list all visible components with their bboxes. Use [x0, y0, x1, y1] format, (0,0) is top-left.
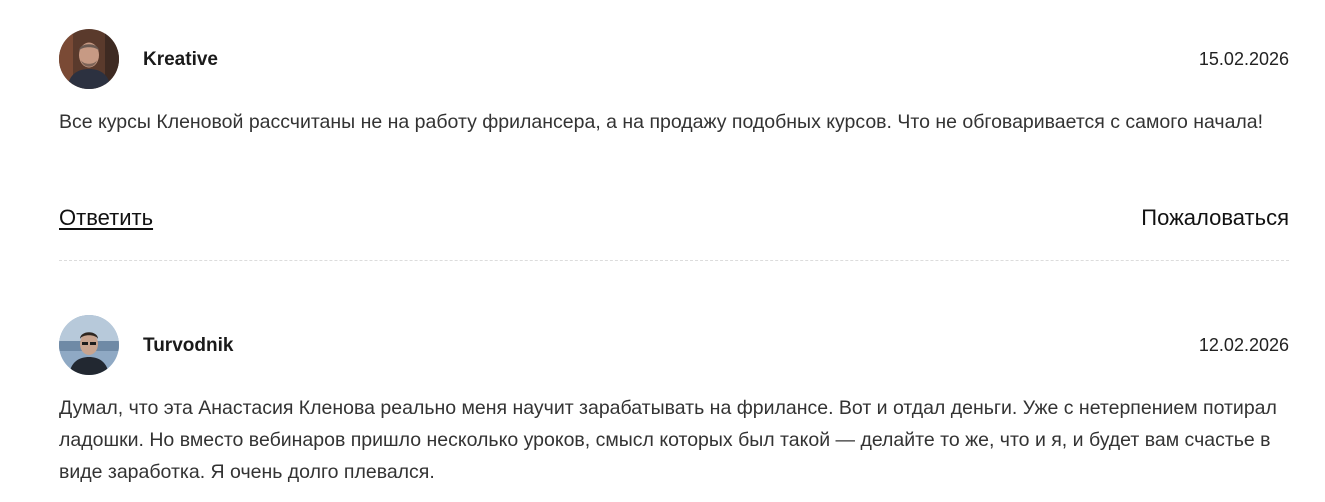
- comment-divider: [59, 260, 1289, 261]
- comments-list: Kreative 15.02.2026 Все курсы Кленовой р…: [0, 0, 1325, 502]
- comment-item: Kreative 15.02.2026 Все курсы Кленовой р…: [59, 29, 1289, 261]
- comment-date: 12.02.2026: [1198, 335, 1289, 355]
- author-name: Kreative: [143, 49, 218, 70]
- comment-text: Думал, что эта Анастасия Кленова реально…: [59, 397, 1277, 483]
- comment-date: 15.02.2026: [1198, 49, 1289, 69]
- user-photo-icon: [59, 29, 119, 89]
- comment-text: Все курсы Кленовой рассчитаны не на рабо…: [59, 111, 1264, 133]
- comment-header: Kreative 15.02.2026: [59, 29, 1289, 91]
- comment-header: Turvodnik 12.02.2026: [59, 315, 1289, 377]
- reply-link[interactable]: Ответить: [59, 205, 153, 231]
- report-link[interactable]: Пожаловаться: [1141, 205, 1289, 231]
- comment-item: Turvodnik 12.02.2026 Думал, что эта Анас…: [59, 315, 1289, 483]
- avatar: [59, 315, 119, 375]
- author-name: Turvodnik: [143, 335, 234, 356]
- avatar: [59, 29, 119, 89]
- user-photo-icon: [59, 315, 119, 375]
- comment-actions: Ответить Пожаловаться: [59, 205, 1289, 237]
